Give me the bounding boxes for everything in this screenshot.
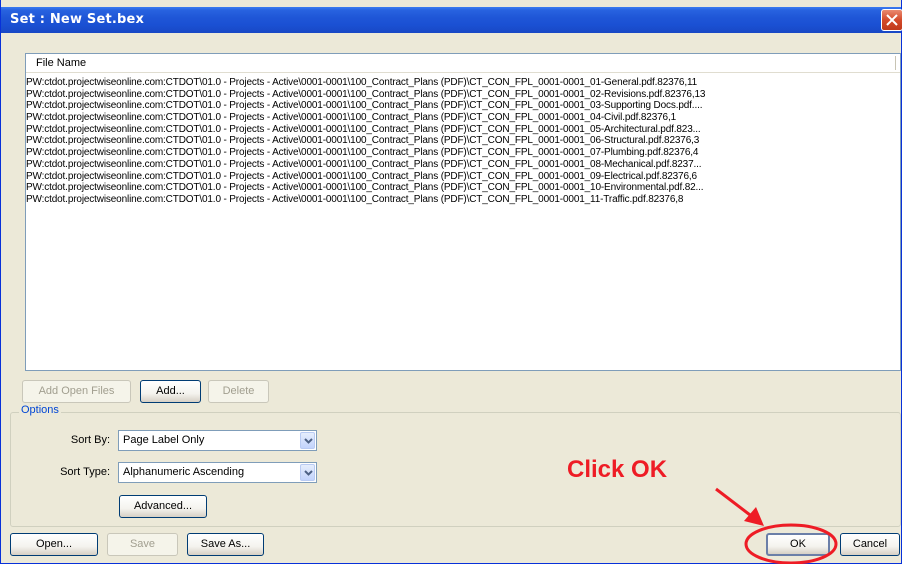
- highlight-circle: [744, 523, 838, 564]
- arrowhead-icon: [744, 507, 764, 526]
- arrow-icon: [715, 487, 755, 520]
- annotation-overlay: [715, 487, 838, 564]
